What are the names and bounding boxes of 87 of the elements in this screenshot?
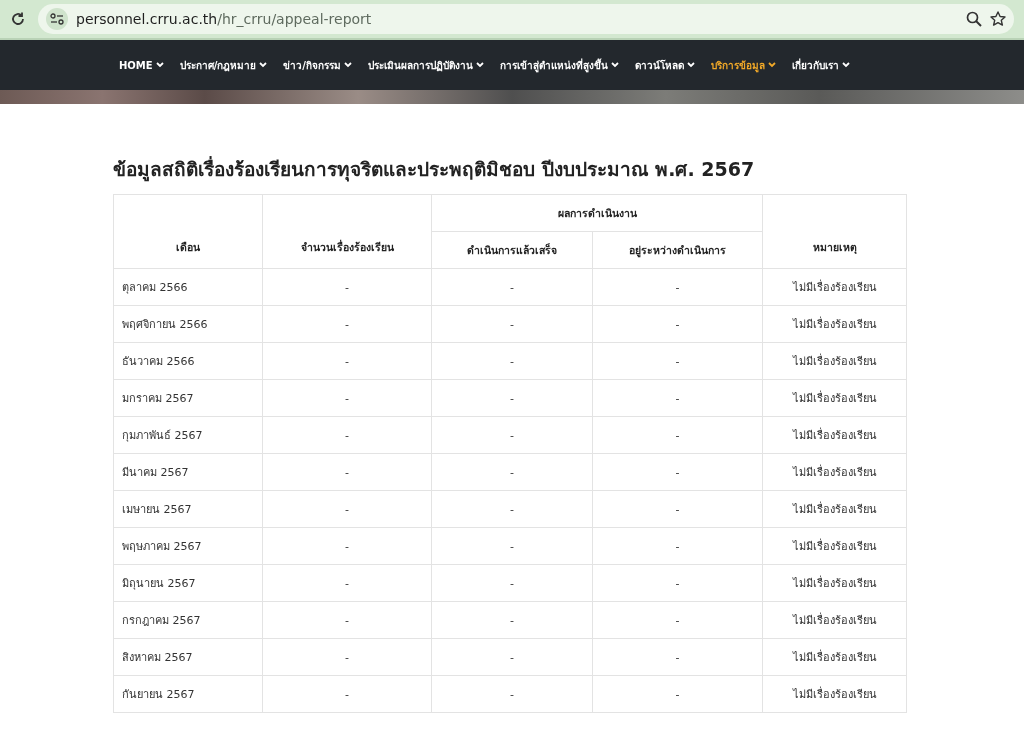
table-cell: - <box>592 342 763 380</box>
nav-menu-item[interactable]: ดาวน์โหลด <box>628 53 701 77</box>
table-cell: - <box>262 638 432 676</box>
bookmark-star-icon[interactable] <box>990 11 1006 27</box>
table-cell: - <box>431 527 593 565</box>
nav-menu-item[interactable]: HOME <box>113 55 170 75</box>
chevron-down-icon <box>155 62 164 68</box>
table-cell: - <box>431 453 593 491</box>
address-field[interactable]: personnel.crru.ac.th/hr_crru/appeal-report <box>76 11 372 27</box>
nav-menu-item[interactable]: บริการข้อมูล <box>704 53 782 77</box>
month-cell: สิงหาคม 2567 <box>113 638 263 676</box>
table-cell: - <box>592 268 763 306</box>
chevron-down-icon <box>259 62 268 68</box>
table-cell: - <box>431 490 593 528</box>
column-header: ผลการดำเนินงาน <box>431 194 763 232</box>
table-cell: - <box>262 453 432 491</box>
month-cell: พฤษภาคม 2567 <box>113 527 263 565</box>
table-cell: - <box>431 379 593 417</box>
chevron-down-icon <box>610 62 619 68</box>
table-cell: - <box>431 601 593 639</box>
note-cell: ไม่มีเรื่องร้องเรียน <box>762 342 907 380</box>
note-cell: ไม่มีเรื่องร้องเรียน <box>762 527 907 565</box>
table-cell: - <box>262 490 432 528</box>
page-title: ข้อมูลสถิติเรื่องร้องเรียนการทุจริตและประพฤติมิชอบ ปีงบประมาณ พ.ศ. 2567 <box>113 155 756 184</box>
table-cell: - <box>592 379 763 417</box>
column-header: หมายเหตุ <box>762 194 907 269</box>
chevron-down-icon <box>475 62 484 68</box>
month-cell: กรกฎาคม 2567 <box>113 601 263 639</box>
table-cell: - <box>592 564 763 602</box>
note-cell: ไม่มีเรื่องร้องเรียน <box>762 453 907 491</box>
note-cell: ไม่มีเรื่องร้องเรียน <box>762 675 907 713</box>
month-cell: พฤศจิกายน 2566 <box>113 305 263 343</box>
month-cell: กันยายน 2567 <box>113 675 263 713</box>
table-cell: - <box>592 305 763 343</box>
note-cell: ไม่มีเรื่องร้องเรียน <box>762 305 907 343</box>
note-cell: ไม่มีเรื่องร้องเรียน <box>762 416 907 454</box>
table-cell: - <box>592 675 763 713</box>
month-cell: เมษายน 2567 <box>113 490 263 528</box>
column-header: เดือน <box>113 194 263 269</box>
chevron-down-icon <box>343 62 352 68</box>
nav-menu-item[interactable]: ข่าว/กิจกรรม <box>277 53 358 77</box>
table-cell: - <box>592 601 763 639</box>
chevron-down-icon <box>686 62 695 68</box>
note-cell: ไม่มีเรื่องร้องเรียน <box>762 564 907 602</box>
table-cell: - <box>262 527 432 565</box>
note-cell: ไม่มีเรื่องร้องเรียน <box>762 601 907 639</box>
note-cell: ไม่มีเรื่องร้องเรียน <box>762 268 907 306</box>
month-cell: กุมภาพันธ์ 2567 <box>113 416 263 454</box>
table-cell: - <box>262 601 432 639</box>
nav-menu-item[interactable]: เกี่ยวกับเรา <box>785 53 856 77</box>
table-cell: - <box>262 342 432 380</box>
note-cell: ไม่มีเรื่องร้องเรียน <box>762 638 907 676</box>
table-cell: - <box>262 379 432 417</box>
table-cell: - <box>262 564 432 602</box>
column-header: ดำเนินการแล้วเสร็จ <box>431 231 593 269</box>
table-cell: - <box>592 416 763 454</box>
table-cell: - <box>262 416 432 454</box>
table-cell: - <box>431 638 593 676</box>
nav-menu-item[interactable]: การเข้าสู่ตำแหน่งที่สูงขึ้น <box>493 53 625 77</box>
table-cell: - <box>592 638 763 676</box>
zoom-icon[interactable] <box>966 11 982 27</box>
table-cell: - <box>431 305 593 343</box>
table-cell: - <box>431 564 593 602</box>
nav-menu-item[interactable]: ประเมินผลการปฏิบัติงาน <box>361 53 490 77</box>
note-cell: ไม่มีเรื่องร้องเรียน <box>762 490 907 528</box>
month-cell: มีนาคม 2567 <box>113 453 263 491</box>
table-cell: - <box>592 453 763 491</box>
column-header: จำนวนเรื่องร้องเรียน <box>262 194 432 269</box>
table-cell: - <box>262 268 432 306</box>
table-cell: - <box>592 490 763 528</box>
nav-menu-item[interactable]: ประกาศ/กฎหมาย <box>173 53 274 77</box>
chevron-down-icon <box>841 62 850 68</box>
chevron-down-icon <box>767 62 776 68</box>
table-cell: - <box>592 527 763 565</box>
note-cell: ไม่มีเรื่องร้องเรียน <box>762 379 907 417</box>
month-cell: มกราคม 2567 <box>113 379 263 417</box>
table-cell: - <box>262 675 432 713</box>
table-cell: - <box>431 675 593 713</box>
month-cell: ตุลาคม 2566 <box>113 268 263 306</box>
month-cell: มิถุนายน 2567 <box>113 564 263 602</box>
table-cell: - <box>431 416 593 454</box>
month-cell: ธันวาคม 2566 <box>113 342 263 380</box>
reload-icon[interactable] <box>10 11 26 27</box>
table-cell: - <box>431 342 593 380</box>
table-cell: - <box>262 305 432 343</box>
table-cell: - <box>431 268 593 306</box>
site-settings-icon[interactable] <box>46 8 68 30</box>
